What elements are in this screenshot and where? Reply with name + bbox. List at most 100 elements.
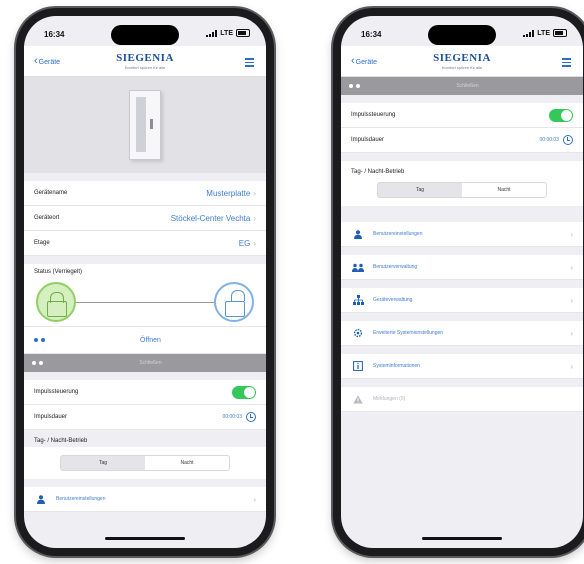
chevron-right-icon: › xyxy=(570,328,573,338)
row-label: Gerätename xyxy=(34,190,68,196)
impulse-dots-icon xyxy=(32,361,43,365)
hamburger-menu-icon[interactable] xyxy=(562,58,571,69)
chevron-right-icon: › xyxy=(253,494,256,504)
device-location-row[interactable]: Geräteort Stöckel-Center Vechta › xyxy=(24,206,266,231)
row-label: Etage xyxy=(34,240,50,246)
row-value: EG xyxy=(238,238,251,248)
brand-claim: Komfort spüren für alle xyxy=(124,65,166,70)
row-label: Impulssteuerung xyxy=(351,112,396,118)
close-button-disabled[interactable]: Schließen xyxy=(341,77,583,95)
screen-left: 16:34 LTE ‹Geräte SIEGENIA Komfort spüre… xyxy=(24,16,266,548)
menu-label: Benutzereinstellungen xyxy=(373,231,423,237)
back-button[interactable]: ‹Geräte xyxy=(351,55,377,67)
impulse-duration-row[interactable]: Impulsdauer 00:00:03 xyxy=(24,405,266,430)
home-indicator xyxy=(105,537,185,540)
menu-label: Geräteverwaltung xyxy=(373,297,413,303)
phone-right: 16:34 LTE ‹Geräte SIEGENIA Komfort spüre… xyxy=(333,8,584,556)
status-time: 16:34 xyxy=(361,30,382,39)
row-label: Impulssteuerung xyxy=(34,389,79,395)
locked-padlock-icon[interactable] xyxy=(36,282,76,322)
menu-system-info[interactable]: Systeminformationen › xyxy=(341,354,583,379)
clock-icon[interactable] xyxy=(563,135,573,145)
menu-label: Systeminformationen xyxy=(373,363,420,369)
impulse-dots-icon xyxy=(34,338,45,342)
menu-user-management[interactable]: Benutzerverwaltung › xyxy=(341,255,583,280)
impulse-toggle[interactable] xyxy=(232,385,256,399)
back-button[interactable]: ‹Geräte xyxy=(34,55,60,67)
lock-status-label: Status (Verriegelt) xyxy=(34,269,83,275)
network-icon xyxy=(351,295,365,305)
gear-icon xyxy=(351,328,365,338)
user-icon xyxy=(351,229,365,239)
chevron-right-icon: › xyxy=(253,188,256,198)
segment-day[interactable]: Tag xyxy=(61,456,145,470)
segment-night[interactable]: Nacht xyxy=(145,456,229,470)
chevron-right-icon: › xyxy=(253,238,256,248)
nav-bar: ‹Geräte SIEGENIA Komfort spüren für alle xyxy=(24,46,266,77)
day-night-label: Tag- / Nacht-Betrieb xyxy=(341,161,583,178)
users-icon xyxy=(351,263,365,272)
chevron-right-icon: › xyxy=(570,262,573,272)
close-label: Schließen xyxy=(139,360,162,366)
home-indicator xyxy=(422,537,502,540)
menu-label: Erweiterte Systemeinstellungen xyxy=(373,330,444,336)
menu-label: Benutzerverwaltung xyxy=(373,264,418,270)
impulse-duration-row[interactable]: Impulsdauer 00:00:03 xyxy=(341,128,583,153)
open-label: Öffnen xyxy=(140,336,161,344)
chevron-right-icon: › xyxy=(570,229,573,239)
dynamic-island xyxy=(111,25,179,45)
info-icon xyxy=(351,361,365,371)
back-label: Geräte xyxy=(355,59,378,66)
network-type: LTE xyxy=(537,29,550,37)
brand-name: SIEGENIA xyxy=(433,52,491,64)
open-button[interactable]: Öffnen xyxy=(24,326,266,354)
dynamic-island xyxy=(428,25,496,45)
row-label: Geräteort xyxy=(34,215,60,221)
impulse-dots-icon xyxy=(349,84,360,88)
device-detail: Gerätename Musterplatte › Geräteort Stöckel… xyxy=(24,77,266,548)
close-button-disabled[interactable]: Schließen xyxy=(24,354,266,372)
menu-device-management[interactable]: Geräteverwaltung › xyxy=(341,288,583,313)
row-value: Musterplatte xyxy=(206,188,251,198)
device-name-row[interactable]: Gerätename Musterplatte › xyxy=(24,181,266,206)
hamburger-menu-icon[interactable] xyxy=(245,58,254,69)
user-icon xyxy=(34,494,48,504)
lock-status-panel: Status (Verriegelt) xyxy=(24,264,266,326)
chevron-left-icon: ‹ xyxy=(34,55,38,67)
day-night-label: Tag- / Nacht-Betrieb xyxy=(24,430,266,447)
row-label: Impulsdauer xyxy=(351,137,385,143)
menu-label: Benutzereinstellungen xyxy=(56,496,106,502)
impulse-toggle[interactable] xyxy=(549,108,573,122)
signal-icon xyxy=(523,29,535,37)
day-night-segment: Tag Nacht xyxy=(24,447,266,479)
brand-claim: Komfort spüren für alle xyxy=(441,65,483,70)
menu-messages[interactable]: Meldungen (0) xyxy=(341,387,583,412)
siegenia-logo: SIEGENIA Komfort spüren für alle xyxy=(116,52,174,70)
clock-icon[interactable] xyxy=(246,412,256,422)
duration-value: 00:00:03 xyxy=(539,137,559,143)
unlocked-padlock-icon[interactable] xyxy=(214,282,254,322)
row-value: Stöckel-Center Vechta xyxy=(170,213,251,223)
close-label: Schließen xyxy=(456,83,479,89)
menu-user-settings[interactable]: Benutzereinstellungen › xyxy=(24,487,266,512)
segment-day[interactable]: Tag xyxy=(378,183,462,197)
day-night-segment: Tag Nacht xyxy=(341,178,583,206)
menu-user-settings[interactable]: Benutzereinstellungen › xyxy=(341,222,583,247)
warning-icon xyxy=(351,395,365,404)
siegenia-logo: SIEGENIA Komfort spüren für alle xyxy=(433,52,491,70)
menu-advanced-settings[interactable]: Erweiterte Systemeinstellungen › xyxy=(341,321,583,346)
floor-row[interactable]: Etage EG › xyxy=(24,231,266,256)
door-icon xyxy=(129,90,161,160)
screen-right: 16:34 LTE ‹Geräte SIEGENIA Komfort spüre… xyxy=(341,16,583,548)
brand-name: SIEGENIA xyxy=(116,52,174,64)
impulse-control-row: Impulssteuerung xyxy=(341,103,583,128)
chevron-right-icon: › xyxy=(570,295,573,305)
duration-value: 00:00:03 xyxy=(222,414,242,420)
battery-icon xyxy=(553,29,567,37)
battery-icon xyxy=(236,29,250,37)
chevron-left-icon: ‹ xyxy=(351,55,355,67)
device-detail-scrolled: Schließen Impulssteuerung Impulsdauer 00:… xyxy=(341,77,583,548)
chevron-right-icon: › xyxy=(253,213,256,223)
nav-bar: ‹Geräte SIEGENIA Komfort spüren für alle xyxy=(341,46,583,77)
segment-night[interactable]: Nacht xyxy=(462,183,546,197)
